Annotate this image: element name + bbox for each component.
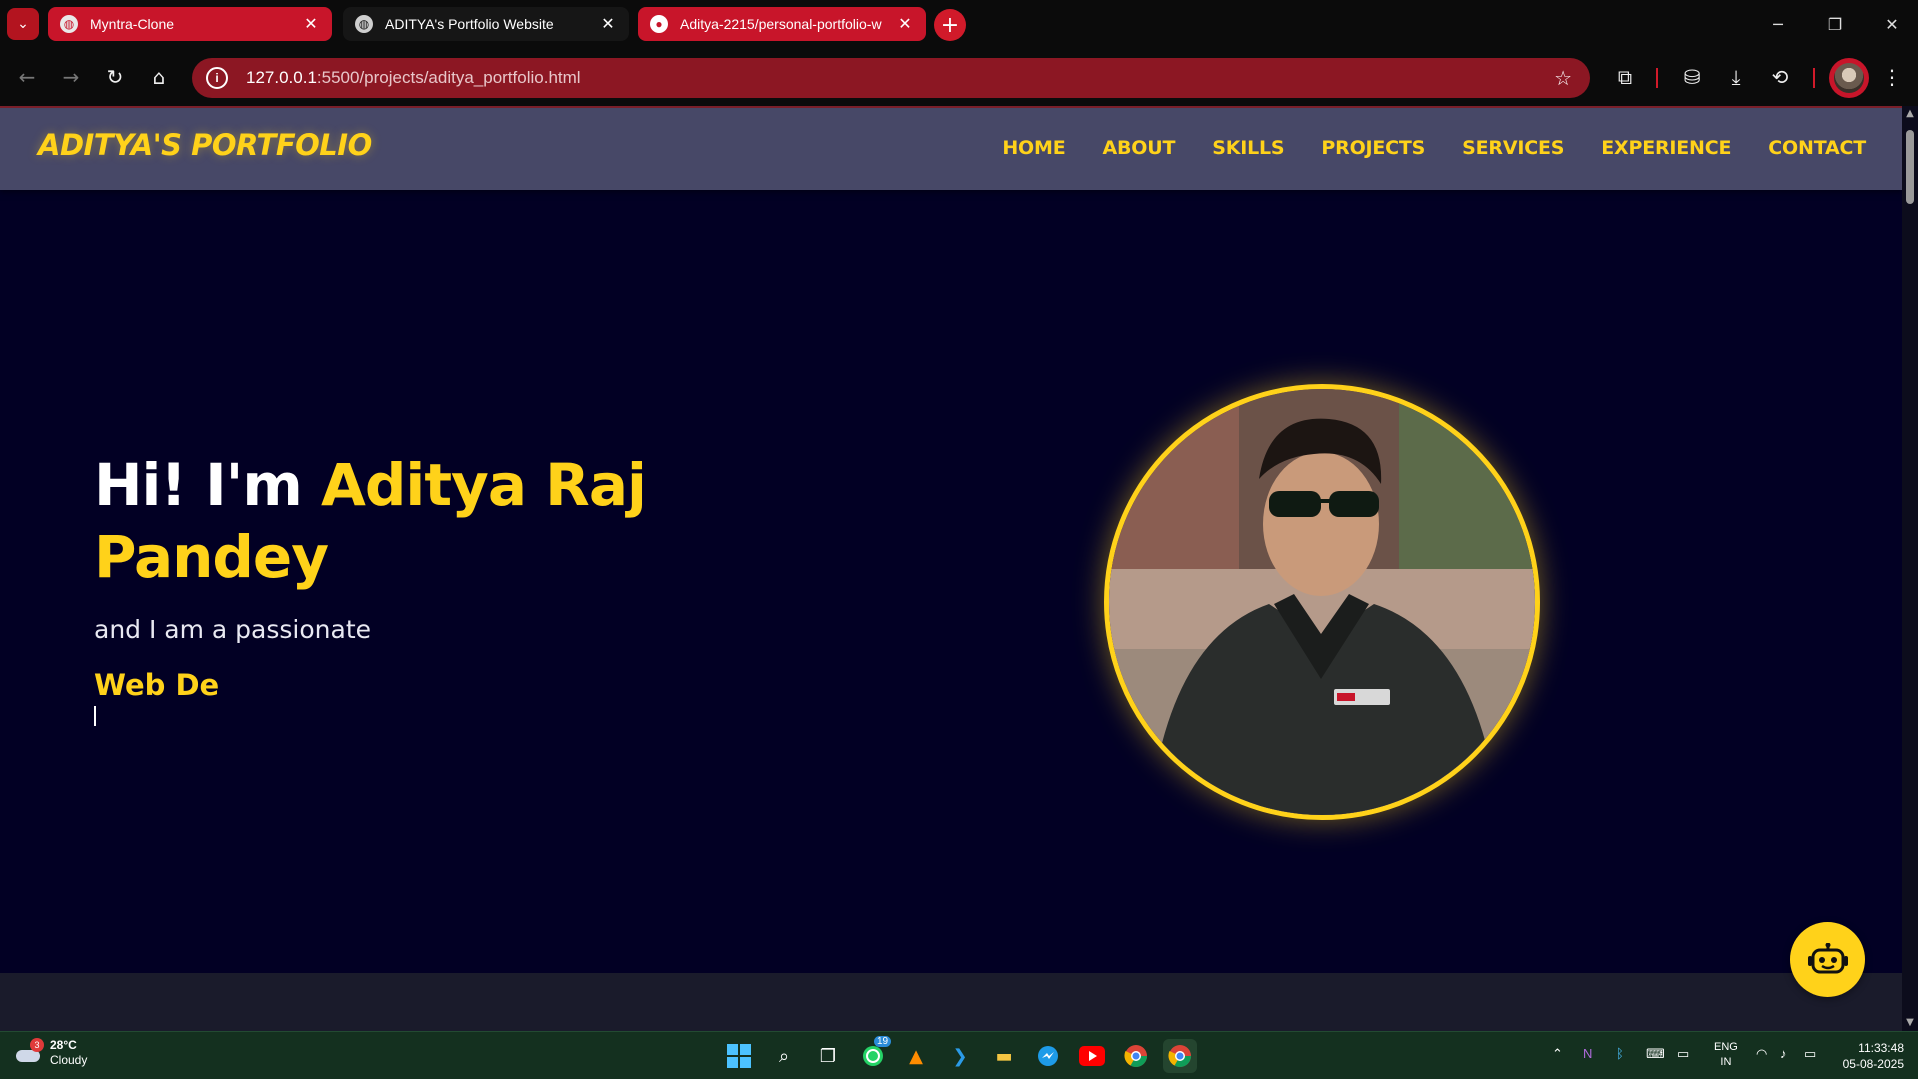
display-icon[interactable]: ▭	[1677, 1046, 1689, 1062]
clock-time: 11:33:48	[1858, 1041, 1904, 1055]
incognito-icon[interactable]: ⛁	[1675, 60, 1709, 94]
site-header: ADITYA'S PORTFOLIO HOME ABOUT SKILLS PRO…	[0, 106, 1902, 190]
chevron-up-icon[interactable]: ⌃	[1552, 1046, 1563, 1062]
messenger-icon[interactable]	[1031, 1039, 1065, 1073]
globe-icon: ◍	[60, 15, 78, 33]
file-explorer-icon[interactable]: ▬	[987, 1039, 1021, 1073]
typing-cursor	[94, 706, 96, 726]
keyboard-icon[interactable]: ⌨	[1646, 1046, 1665, 1062]
wifi-icon[interactable]: ◠	[1756, 1046, 1767, 1062]
page-scrollbar[interactable]: ▲ ▼	[1902, 106, 1918, 1031]
lang-bottom: IN	[1720, 1056, 1732, 1068]
tab-title: Myntra-Clone	[90, 16, 175, 32]
vscode-icon[interactable]: ❯	[943, 1039, 977, 1073]
whatsapp-badge: 19	[874, 1036, 892, 1047]
minimize-icon[interactable]: ─	[1758, 8, 1798, 40]
chrome-active-icon[interactable]	[1163, 1039, 1197, 1073]
chevron-down-icon: ⌄	[17, 16, 29, 32]
nav-services[interactable]: SERVICES	[1462, 137, 1564, 159]
nav-contact[interactable]: CONTACT	[1768, 137, 1866, 159]
nav-skills[interactable]: SKILLS	[1212, 137, 1284, 159]
close-icon[interactable]: ✕	[302, 14, 320, 34]
site-info-icon[interactable]: i	[206, 67, 228, 89]
youtube-icon[interactable]	[1075, 1039, 1109, 1073]
window-close-icon[interactable]: ✕	[1872, 8, 1912, 40]
cloud-icon: 3	[14, 1038, 44, 1064]
windows-taskbar: 3 28°C Cloudy ⌕ ❐ 19 ▲ ❯ ▬ ⌃ N ᛒ ⌨ ▭ ENG…	[0, 1031, 1918, 1079]
hero-text: Hi! I'm Aditya Raj Pandey and I am a pas…	[94, 449, 734, 726]
scroll-thumb[interactable]	[1906, 130, 1914, 204]
hero-subtitle: and I am a passionate	[94, 615, 372, 644]
vlc-icon[interactable]: ▲	[899, 1039, 933, 1073]
weather-temp: 28°C	[50, 1038, 77, 1052]
site-logo[interactable]: ADITYA'S PORTFOLIO	[38, 128, 372, 162]
restore-icon[interactable]: ❐	[1815, 8, 1855, 40]
onenote-icon[interactable]: N	[1583, 1046, 1592, 1061]
tab-myntra-clone[interactable]: ◍ Myntra-Clone ✕	[48, 7, 332, 41]
close-icon[interactable]: ✕	[896, 14, 914, 34]
toolbar-separator	[1656, 68, 1658, 88]
tab-strip: ⌄ ◍ Myntra-Clone ✕ ◍ ADITYA's Portfolio …	[0, 0, 1918, 48]
page-viewport: ADITYA'S PORTFOLIO HOME ABOUT SKILLS PRO…	[0, 106, 1918, 1031]
avatar-image	[1834, 63, 1864, 93]
nav-projects[interactable]: PROJECTS	[1321, 137, 1425, 159]
weather-badge: 3	[30, 1038, 44, 1052]
profile-photo-illustration	[1109, 389, 1535, 815]
back-arrow-icon[interactable]: ←	[10, 60, 44, 94]
profile-avatar[interactable]	[1829, 58, 1869, 98]
scroll-up-icon[interactable]: ▲	[1904, 108, 1916, 120]
tab-search-button[interactable]: ⌄	[7, 8, 39, 40]
address-bar[interactable]: i 127.0.0.1:5500/projects/aditya_portfol…	[192, 58, 1590, 98]
windows-start-icon[interactable]	[722, 1039, 756, 1073]
chrome-icon[interactable]	[1119, 1039, 1153, 1073]
weather-widget[interactable]: 3 28°C Cloudy	[14, 1038, 87, 1068]
lang-top: ENG	[1714, 1041, 1738, 1053]
next-section	[0, 973, 1902, 1031]
toolbar-separator	[1813, 68, 1815, 88]
hero-typed-text: Web De	[94, 668, 220, 702]
globe-icon: ◍	[355, 15, 373, 33]
reload-icon[interactable]: ↻	[98, 60, 132, 94]
download-icon[interactable]: ⤓	[1719, 60, 1753, 94]
profile-photo	[1104, 384, 1540, 820]
main-nav: HOME ABOUT SKILLS PROJECTS SERVICES EXPE…	[1002, 137, 1866, 159]
nav-experience[interactable]: EXPERIENCE	[1601, 137, 1731, 159]
tab-title: Aditya-2215/personal-portfolio-w	[680, 16, 882, 32]
extensions-icon[interactable]: ⧉	[1608, 60, 1642, 94]
whatsapp-icon[interactable]: 19	[856, 1036, 892, 1073]
kebab-menu-icon[interactable]: ⋮	[1875, 60, 1909, 94]
battery-icon[interactable]: ▭	[1804, 1046, 1816, 1062]
chatbot-button[interactable]	[1790, 922, 1865, 997]
hero-greeting: Hi! I'm	[94, 451, 322, 519]
task-view-icon[interactable]: ❐	[811, 1039, 845, 1073]
forward-arrow-icon[interactable]: →	[54, 60, 88, 94]
search-icon[interactable]: ⌕	[767, 1039, 801, 1073]
url-host: 127.0.0.1	[246, 68, 317, 87]
nav-about[interactable]: ABOUT	[1103, 137, 1176, 159]
close-icon[interactable]: ✕	[599, 14, 617, 34]
home-icon[interactable]: ⌂	[142, 60, 176, 94]
github-icon: ●	[650, 15, 668, 33]
hero-title: Hi! I'm Aditya Raj Pandey	[94, 449, 734, 593]
clock-date: 05-08-2025	[1842, 1057, 1904, 1071]
nav-home[interactable]: HOME	[1002, 137, 1065, 159]
bookmark-star-icon[interactable]: ☆	[1554, 66, 1572, 91]
url-path: :5500/projects/aditya_portfolio.html	[316, 68, 581, 87]
bluetooth-icon[interactable]: ᛒ	[1616, 1046, 1624, 1061]
new-tab-button[interactable]: +	[934, 9, 966, 41]
system-clock[interactable]: 11:33:48 05-08-2025	[1843, 1040, 1904, 1072]
browser-toolbar: ← → ↻ ⌂ i 127.0.0.1:5500/projects/aditya…	[0, 48, 1918, 106]
tab-title: ADITYA's Portfolio Website	[385, 16, 554, 32]
volume-icon[interactable]: ♪	[1780, 1046, 1787, 1061]
weather-condition: Cloudy	[50, 1053, 88, 1067]
scroll-down-icon[interactable]: ▼	[1904, 1017, 1916, 1029]
tab-github-repo[interactable]: ● Aditya-2215/personal-portfolio-w ✕	[638, 7, 926, 41]
tab-portfolio[interactable]: ◍ ADITYA's Portfolio Website ✕	[343, 7, 629, 41]
robot-icon	[1807, 942, 1848, 973]
history-icon[interactable]: ⟲	[1763, 60, 1797, 94]
language-indicator[interactable]: ENG IN	[1714, 1040, 1738, 1070]
